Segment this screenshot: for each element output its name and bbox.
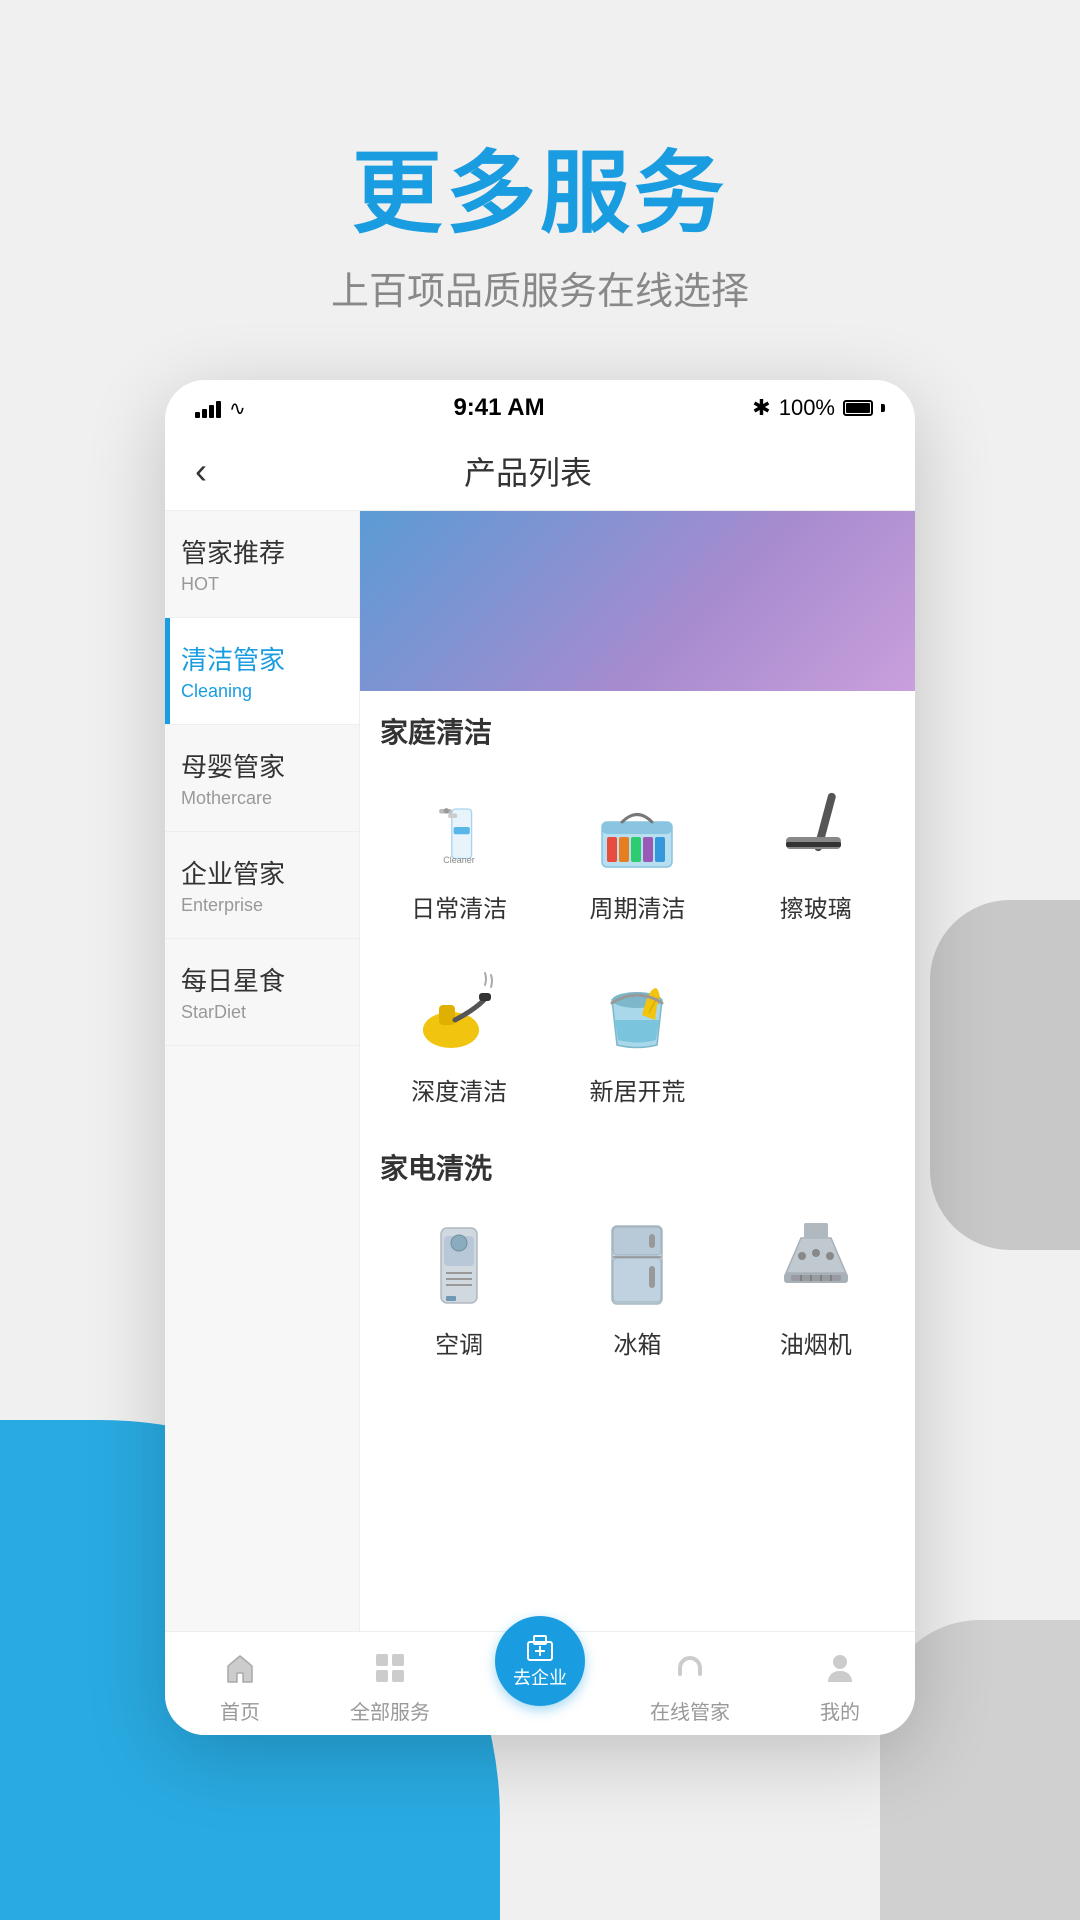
grid-item-new-home[interactable]: 新居开荒 [548,944,726,1127]
fridge-label: 冰箱 [613,1325,661,1360]
nav-bar: ‹ 产品列表 [165,432,915,511]
sidebar-item-enterprise-label: 企业管家 [181,854,343,891]
bar2 [202,409,207,418]
sidebar-item-enterprise-sub: Enterprise [181,895,343,916]
tab-bar: 首页 全部服务 去企业 [165,1631,915,1735]
home-cleaning-row1: Cleaner 日常清洁 [370,761,905,944]
status-signal: ∿ [195,396,246,421]
tab-manager[interactable]: 在线管家 [615,1646,765,1725]
tab-center-button[interactable]: 去企业 [495,1616,585,1706]
sidebar-item-cleaning-label: 清洁管家 [181,640,343,677]
tab-manager-label: 在线管家 [650,1696,730,1725]
new-home-icon [582,960,692,1060]
sidebar-item-mothercare-sub: Mothercare [181,788,343,809]
grid-item-rangehood[interactable]: 油烟机 [727,1197,905,1380]
rangehood-icon [761,1213,871,1313]
tab-mine[interactable]: 我的 [765,1646,915,1725]
sidebar-item-cleaning[interactable]: 清洁管家 Cleaning [165,618,359,725]
bluetooth-icon: ✱ [752,395,770,421]
battery-pct: 100% [779,395,835,421]
status-time: 9:41 AM [453,394,544,422]
grid-item-periodic-cleaning[interactable]: 周期清洁 [548,761,726,944]
sidebar-item-enterprise[interactable]: 企业管家 Enterprise [165,832,359,939]
status-bar: ∿ 9:41 AM ✱ 100% [165,380,915,432]
deep-cleaning-label: 深度清洁 [411,1072,507,1107]
home-cleaning-row2: 深度清洁 [370,944,905,1127]
sidebar: 管家推荐 HOT 清洁管家 Cleaning 母婴管家 Mothercare 企… [165,511,360,1631]
home-icon [218,1646,262,1690]
grid-item-fridge[interactable]: 冰箱 [548,1197,726,1380]
tab-services-label: 全部服务 [350,1696,430,1725]
sidebar-item-mothercare-label: 母婴管家 [181,747,343,784]
bar4 [216,401,221,418]
battery-body [843,400,873,416]
person-icon [818,1646,862,1690]
periodic-cleaning-label: 周期清洁 [589,889,685,924]
signal-bars [195,398,221,418]
back-button[interactable]: ‹ [195,450,207,492]
background-right-mid [930,900,1080,1250]
wifi-icon: ∿ [229,396,246,421]
sidebar-item-mothercare[interactable]: 母婴管家 Mothercare [165,725,359,832]
sidebar-item-hot[interactable]: 管家推荐 HOT [165,511,359,618]
section-title-appliance: 家电清洗 [360,1127,915,1197]
grid-item-daily-cleaning[interactable]: Cleaner 日常清洁 [370,761,548,944]
sidebar-item-hot-label: 管家推荐 [181,533,343,570]
periodic-cleaning-icon [582,777,692,877]
svg-text:Cleaner: Cleaner [443,855,475,865]
tab-enterprise-label: 去企业 [513,1664,567,1690]
ac-label: 空调 [435,1325,483,1360]
headset-icon [668,1646,712,1690]
bar1 [195,412,200,418]
sidebar-item-stardiet-sub: StarDiet [181,1002,343,1023]
battery-tip [881,404,885,412]
sidebar-item-cleaning-sub: Cleaning [181,681,343,702]
tab-home-label: 首页 [220,1696,260,1725]
deep-cleaning-icon [404,960,514,1060]
appliance-row1: 空调 [370,1197,905,1380]
status-battery: ✱ 100% [752,395,885,421]
header-section: 更多服务 上百项品质服务在线选择 [0,120,1080,315]
promo-banner [360,511,915,691]
tab-home[interactable]: 首页 [165,1646,315,1725]
sidebar-item-stardiet-label: 每日星食 [181,961,343,998]
window-cleaning-label: 擦玻璃 [780,889,852,924]
tab-services[interactable]: 全部服务 [315,1646,465,1725]
page-title: 更多服务 [0,120,1080,250]
appliance-grid: 空调 [360,1197,915,1380]
new-home-label: 新居开荒 [589,1072,685,1107]
page-subtitle: 上百项品质服务在线选择 [0,260,1080,315]
phone-mockup: ∿ 9:41 AM ✱ 100% ‹ 产品列表 管家推荐 HOT 清洁管家 Cl [165,380,915,1735]
grid-icon [368,1646,412,1690]
daily-cleaning-label: 日常清洁 [411,889,507,924]
bar3 [209,405,214,418]
window-cleaning-icon [761,777,871,877]
right-content: 家庭清洁 Cleaner [360,511,915,1631]
nav-title: 产品列表 [207,448,849,494]
fridge-icon [582,1213,692,1313]
grid-item-window-cleaning[interactable]: 擦玻璃 [727,761,905,944]
content-area: 管家推荐 HOT 清洁管家 Cleaning 母婴管家 Mothercare 企… [165,511,915,1631]
sidebar-item-stardiet[interactable]: 每日星食 StarDiet [165,939,359,1046]
ac-icon [404,1213,514,1313]
grid-item-empty [727,944,905,1127]
grid-item-ac[interactable]: 空调 [370,1197,548,1380]
daily-cleaning-icon: Cleaner [404,777,514,877]
home-cleaning-grid: Cleaner 日常清洁 [360,761,915,1127]
battery-fill [846,403,870,413]
sidebar-item-hot-sub: HOT [181,574,343,595]
grid-item-deep-cleaning[interactable]: 深度清洁 [370,944,548,1127]
tab-mine-label: 我的 [820,1696,860,1725]
section-title-home-cleaning: 家庭清洁 [360,691,915,761]
tab-enterprise[interactable]: 去企业 [465,1646,615,1725]
rangehood-label: 油烟机 [780,1325,852,1360]
